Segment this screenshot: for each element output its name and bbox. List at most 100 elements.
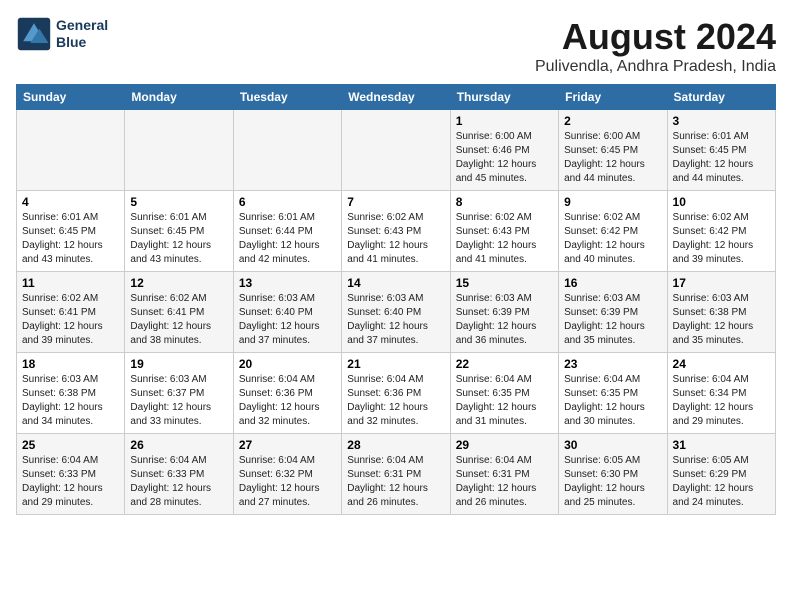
calendar-cell: 9 Sunrise: 6:02 AM Sunset: 6:42 PM Daylig… [559, 191, 667, 272]
calendar-cell: 11Sunrise: 6:02 AM Sunset: 6:41 PM Dayli… [17, 272, 125, 353]
calendar-cell: 25Sunrise: 6:04 AM Sunset: 6:33 PM Dayli… [17, 434, 125, 515]
calendar-week-2: 4Sunrise: 6:01 AM Sunset: 6:45 PM Daylig… [17, 191, 776, 272]
day-info: Sunrise: 6:04 AM Sunset: 6:31 PM Dayligh… [347, 454, 444, 510]
day-number: 6 [239, 195, 336, 209]
calendar-subtitle: Pulivendla, Andhra Pradesh, India [535, 58, 776, 76]
day-number: 16 [564, 276, 661, 290]
day-number: 28 [347, 438, 444, 452]
day-number: 13 [239, 276, 336, 290]
day-number: 15 [456, 276, 553, 290]
day-info: Sunrise: 6:04 AM Sunset: 6:34 PM Dayligh… [673, 373, 770, 429]
calendar-cell: 17 Sunrise: 6:03 AM Sunset: 6:38 PM Dayli… [667, 272, 775, 353]
calendar-cell: 18Sunrise: 6:03 AM Sunset: 6:38 PM Dayli… [17, 353, 125, 434]
calendar-cell: 28 Sunrise: 6:04 AM Sunset: 6:31 PM Dayli… [342, 434, 450, 515]
day-info: Sunrise: 6:02 AM Sunset: 6:42 PM Dayligh… [673, 211, 770, 267]
calendar-cell: 16 Sunrise: 6:03 AM Sunset: 6:39 PM Dayli… [559, 272, 667, 353]
calendar-week-1: 1Sunrise: 6:00 AM Sunset: 6:46 PM Daylig… [17, 110, 776, 191]
calendar-cell: 20 Sunrise: 6:04 AM Sunset: 6:36 PM Dayli… [233, 353, 341, 434]
calendar-header-row: SundayMondayTuesdayWednesdayThursdayFrid… [17, 85, 776, 110]
logo-icon [16, 16, 52, 52]
day-info: Sunrise: 6:02 AM Sunset: 6:43 PM Dayligh… [456, 211, 553, 267]
day-info: Sunrise: 6:04 AM Sunset: 6:32 PM Dayligh… [239, 454, 336, 510]
day-number: 8 [456, 195, 553, 209]
day-info: Sunrise: 6:01 AM Sunset: 6:45 PM Dayligh… [673, 130, 770, 186]
day-number: 9 [564, 195, 661, 209]
day-number: 25 [22, 438, 119, 452]
day-info: Sunrise: 6:04 AM Sunset: 6:33 PM Dayligh… [130, 454, 227, 510]
day-info: Sunrise: 6:03 AM Sunset: 6:39 PM Dayligh… [456, 292, 553, 348]
day-info: Sunrise: 6:03 AM Sunset: 6:37 PM Dayligh… [130, 373, 227, 429]
day-info: Sunrise: 6:03 AM Sunset: 6:38 PM Dayligh… [673, 292, 770, 348]
calendar-cell [17, 110, 125, 191]
calendar-title: August 2024 [535, 16, 776, 58]
day-number: 27 [239, 438, 336, 452]
day-info: Sunrise: 6:01 AM Sunset: 6:45 PM Dayligh… [22, 211, 119, 267]
calendar-cell: 6 Sunrise: 6:01 AM Sunset: 6:44 PM Daylig… [233, 191, 341, 272]
day-info: Sunrise: 6:01 AM Sunset: 6:45 PM Dayligh… [130, 211, 227, 267]
day-info: Sunrise: 6:02 AM Sunset: 6:42 PM Dayligh… [564, 211, 661, 267]
day-info: Sunrise: 6:02 AM Sunset: 6:41 PM Dayligh… [130, 292, 227, 348]
day-number: 22 [456, 357, 553, 371]
day-number: 3 [673, 114, 770, 128]
day-info: Sunrise: 6:04 AM Sunset: 6:35 PM Dayligh… [456, 373, 553, 429]
day-info: Sunrise: 6:04 AM Sunset: 6:35 PM Dayligh… [564, 373, 661, 429]
calendar-cell: 26Sunrise: 6:04 AM Sunset: 6:33 PM Dayli… [125, 434, 233, 515]
day-number: 7 [347, 195, 444, 209]
day-number: 12 [130, 276, 227, 290]
header-tuesday: Tuesday [233, 85, 341, 110]
calendar-cell: 31 Sunrise: 6:05 AM Sunset: 6:29 PM Dayli… [667, 434, 775, 515]
day-number: 29 [456, 438, 553, 452]
day-number: 31 [673, 438, 770, 452]
header-saturday: Saturday [667, 85, 775, 110]
calendar-week-3: 11Sunrise: 6:02 AM Sunset: 6:41 PM Dayli… [17, 272, 776, 353]
logo-line2: Blue [56, 34, 108, 51]
day-number: 20 [239, 357, 336, 371]
calendar-cell: 5 Sunrise: 6:01 AM Sunset: 6:45 PM Daylig… [125, 191, 233, 272]
calendar-cell: 13Sunrise: 6:03 AM Sunset: 6:40 PM Dayli… [233, 272, 341, 353]
calendar-cell: 24Sunrise: 6:04 AM Sunset: 6:34 PM Dayli… [667, 353, 775, 434]
calendar-cell: 23 Sunrise: 6:04 AM Sunset: 6:35 PM Dayli… [559, 353, 667, 434]
calendar-cell: 27 Sunrise: 6:04 AM Sunset: 6:32 PM Dayli… [233, 434, 341, 515]
calendar-cell: 1Sunrise: 6:00 AM Sunset: 6:46 PM Daylig… [450, 110, 558, 191]
logo-text: General Blue [56, 17, 108, 51]
calendar-cell: 3 Sunrise: 6:01 AM Sunset: 6:45 PM Daylig… [667, 110, 775, 191]
day-number: 23 [564, 357, 661, 371]
calendar-cell [233, 110, 341, 191]
day-info: Sunrise: 6:04 AM Sunset: 6:36 PM Dayligh… [239, 373, 336, 429]
day-info: Sunrise: 6:01 AM Sunset: 6:44 PM Dayligh… [239, 211, 336, 267]
day-info: Sunrise: 6:04 AM Sunset: 6:31 PM Dayligh… [456, 454, 553, 510]
day-number: 1 [456, 114, 553, 128]
day-info: Sunrise: 6:02 AM Sunset: 6:41 PM Dayligh… [22, 292, 119, 348]
header-sunday: Sunday [17, 85, 125, 110]
calendar-cell: 29 Sunrise: 6:04 AM Sunset: 6:31 PM Dayli… [450, 434, 558, 515]
logo-line1: General [56, 17, 108, 34]
header-wednesday: Wednesday [342, 85, 450, 110]
calendar-cell: 2Sunrise: 6:00 AM Sunset: 6:45 PM Daylig… [559, 110, 667, 191]
calendar-cell: 15 Sunrise: 6:03 AM Sunset: 6:39 PM Dayli… [450, 272, 558, 353]
day-info: Sunrise: 6:03 AM Sunset: 6:38 PM Dayligh… [22, 373, 119, 429]
day-info: Sunrise: 6:04 AM Sunset: 6:36 PM Dayligh… [347, 373, 444, 429]
day-number: 19 [130, 357, 227, 371]
calendar-cell: 12 Sunrise: 6:02 AM Sunset: 6:41 PM Dayli… [125, 272, 233, 353]
calendar-cell: 19 Sunrise: 6:03 AM Sunset: 6:37 PM Dayli… [125, 353, 233, 434]
day-info: Sunrise: 6:00 AM Sunset: 6:45 PM Dayligh… [564, 130, 661, 186]
calendar-week-4: 18Sunrise: 6:03 AM Sunset: 6:38 PM Dayli… [17, 353, 776, 434]
header-monday: Monday [125, 85, 233, 110]
calendar-cell: 30Sunrise: 6:05 AM Sunset: 6:30 PM Dayli… [559, 434, 667, 515]
day-info: Sunrise: 6:03 AM Sunset: 6:39 PM Dayligh… [564, 292, 661, 348]
calendar-cell: 4Sunrise: 6:01 AM Sunset: 6:45 PM Daylig… [17, 191, 125, 272]
day-info: Sunrise: 6:02 AM Sunset: 6:43 PM Dayligh… [347, 211, 444, 267]
header-friday: Friday [559, 85, 667, 110]
day-number: 5 [130, 195, 227, 209]
calendar-cell: 14Sunrise: 6:03 AM Sunset: 6:40 PM Dayli… [342, 272, 450, 353]
day-number: 17 [673, 276, 770, 290]
day-number: 21 [347, 357, 444, 371]
title-block: August 2024 Pulivendla, Andhra Pradesh, … [535, 16, 776, 76]
day-number: 10 [673, 195, 770, 209]
day-number: 30 [564, 438, 661, 452]
day-number: 14 [347, 276, 444, 290]
calendar-cell: 7 Sunrise: 6:02 AM Sunset: 6:43 PM Daylig… [342, 191, 450, 272]
calendar-week-5: 25 Sunrise: 6:04 AM Sunset: 6:33 PM Dayli… [17, 434, 776, 515]
calendar-cell: 10 Sunrise: 6:02 AM Sunset: 6:42 PM Dayli… [667, 191, 775, 272]
day-info: Sunrise: 6:05 AM Sunset: 6:29 PM Dayligh… [673, 454, 770, 510]
